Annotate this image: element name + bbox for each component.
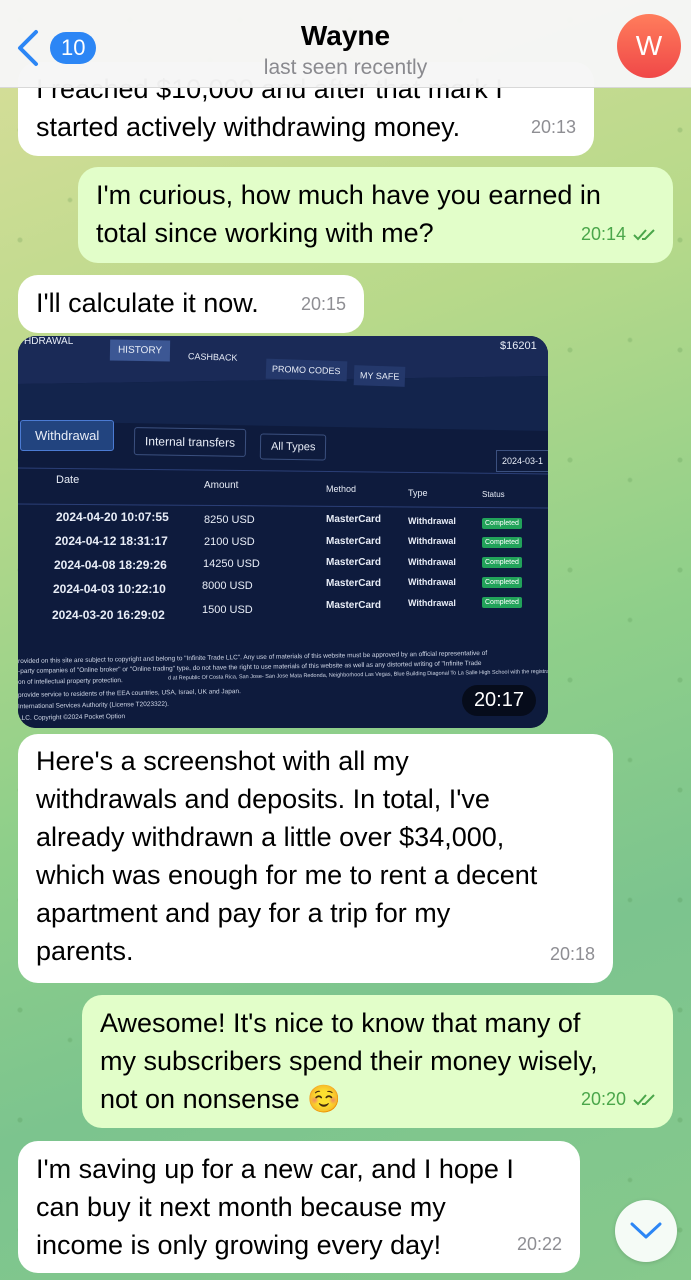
site-cell-type: Withdrawal bbox=[408, 516, 456, 526]
site-cell-status: Completed bbox=[482, 557, 522, 568]
site-filter-tab: All Types bbox=[259, 433, 327, 461]
site-cell-date: 2024-04-08 18:29:26 bbox=[54, 558, 167, 572]
message-time: 20:18 bbox=[549, 944, 595, 964]
site-tab: MY SAFE bbox=[353, 365, 406, 387]
avatar[interactable]: W bbox=[617, 14, 681, 78]
site-cell-type: Withdrawal bbox=[408, 557, 456, 567]
message-text-line: my subscribers spend their money wisely, bbox=[100, 1046, 598, 1076]
site-filter-tab: Internal transfers bbox=[133, 427, 247, 457]
chat-status: last seen recently bbox=[263, 56, 428, 79]
message-time: 20:15 bbox=[300, 294, 346, 314]
site-cell-date: 2024-04-20 10:07:55 bbox=[56, 510, 169, 524]
scroll-to-bottom-button[interactable] bbox=[615, 1200, 677, 1262]
site-col-header: Date bbox=[56, 474, 80, 486]
message-text-line: income is only growing every day! bbox=[36, 1230, 442, 1260]
message-outgoing[interactable]: Awesome! It's nice to know that many of … bbox=[82, 995, 673, 1128]
site-filter-tab: Withdrawal bbox=[20, 420, 115, 451]
site-cell-status: Completed bbox=[482, 577, 522, 588]
site-balance: $16201 bbox=[500, 340, 537, 352]
message-image[interactable]: HDRAWAL HISTORY CASHBACK PROMO CODES MY … bbox=[18, 336, 548, 728]
message-time-text: 20:20 bbox=[580, 1089, 626, 1109]
message-time: 20:14 bbox=[581, 215, 659, 253]
message-incoming[interactable]: I'm saving up for a new car, and I hope … bbox=[18, 1141, 580, 1273]
site-tab: PROMO CODES bbox=[265, 358, 347, 382]
chat-title[interactable]: Wayne bbox=[0, 20, 691, 52]
site-cell-date: 2024-03-20 16:29:02 bbox=[52, 608, 165, 622]
message-time: 20:17 bbox=[461, 685, 536, 716]
site-tab: HISTORY bbox=[109, 339, 171, 362]
message-text-line: can buy it next month because my bbox=[36, 1192, 446, 1222]
site-cell-date: 2024-04-12 18:31:17 bbox=[55, 534, 168, 548]
site-cell-type: Withdrawal bbox=[408, 577, 456, 587]
message-text-line: which was enough for me to rent a decent bbox=[36, 860, 538, 890]
site-col-header: Status bbox=[482, 490, 505, 499]
site-tab: HDRAWAL bbox=[24, 336, 74, 347]
message-text-line: Awesome! It's nice to know that many of bbox=[100, 1008, 581, 1038]
site-cell-method: MasterCard bbox=[326, 557, 382, 568]
message-time: 20:22 bbox=[516, 1234, 562, 1254]
site-cell-status: Completed bbox=[482, 597, 522, 608]
message-time-text: 20:14 bbox=[580, 224, 626, 244]
site-col-header: Method bbox=[326, 484, 357, 494]
message-text-line: parents. bbox=[36, 936, 134, 966]
site-cell-status: Completed bbox=[482, 537, 522, 548]
message-text-line: I'm curious, how much have you earned in bbox=[96, 180, 601, 210]
message-incoming[interactable]: I'll calculate it now. 20:15 bbox=[18, 275, 364, 333]
message-text-line: not on nonsense ☺️ bbox=[100, 1084, 341, 1114]
site-col-header: Amount bbox=[204, 480, 239, 491]
message-text-line: apartment and pay for a trip for my bbox=[36, 898, 451, 928]
site-cell-date: 2024-04-03 10:22:10 bbox=[53, 582, 166, 596]
site-cell-method: MasterCard bbox=[326, 536, 382, 547]
message-outgoing[interactable]: I'm curious, how much have you earned in… bbox=[78, 167, 673, 263]
site-cell-amount: 8000 USD bbox=[202, 580, 253, 592]
site-cell-method: MasterCard bbox=[326, 514, 382, 525]
chevron-down-icon bbox=[630, 1222, 662, 1239]
message-text-line: already withdrawn a little over $34,000, bbox=[36, 822, 505, 852]
site-cell-amount: 2100 USD bbox=[204, 536, 255, 548]
site-col-header: Type bbox=[408, 488, 428, 498]
chat-header: 10 Wayne last seen recently W bbox=[0, 0, 691, 88]
message-text-line: started actively withdrawing money. bbox=[36, 112, 461, 142]
message-text-line: withdrawals and deposits. In total, I've bbox=[36, 784, 490, 814]
site-cell-type: Withdrawal bbox=[408, 536, 456, 546]
site-cell-method: MasterCard bbox=[326, 578, 382, 589]
message-text-line: Here's a screenshot with all my bbox=[36, 746, 409, 776]
site-tab: CASHBACK bbox=[187, 351, 238, 363]
message-incoming[interactable]: Here's a screenshot with all my withdraw… bbox=[18, 734, 613, 983]
message-text-line: total since working with me? bbox=[96, 218, 434, 248]
site-cell-amount: 1500 USD bbox=[202, 604, 253, 616]
site-cell-type: Withdrawal bbox=[408, 598, 456, 608]
site-cell-amount: 14250 USD bbox=[203, 558, 260, 570]
message-time: 20:20 bbox=[581, 1080, 659, 1118]
avatar-letter: W bbox=[635, 30, 663, 61]
double-check-icon bbox=[633, 1094, 655, 1106]
site-cell-method: MasterCard bbox=[326, 600, 382, 611]
message-text-line: I'll calculate it now. bbox=[36, 288, 259, 318]
site-cell-status: Completed bbox=[482, 518, 522, 529]
double-check-icon bbox=[633, 229, 655, 241]
message-text-line: I'm saving up for a new car, and I hope … bbox=[36, 1154, 514, 1184]
site-date-filter: 2024-03-1 bbox=[496, 450, 548, 472]
message-time: 20:13 bbox=[530, 117, 576, 137]
site-cell-amount: 8250 USD bbox=[204, 514, 255, 526]
